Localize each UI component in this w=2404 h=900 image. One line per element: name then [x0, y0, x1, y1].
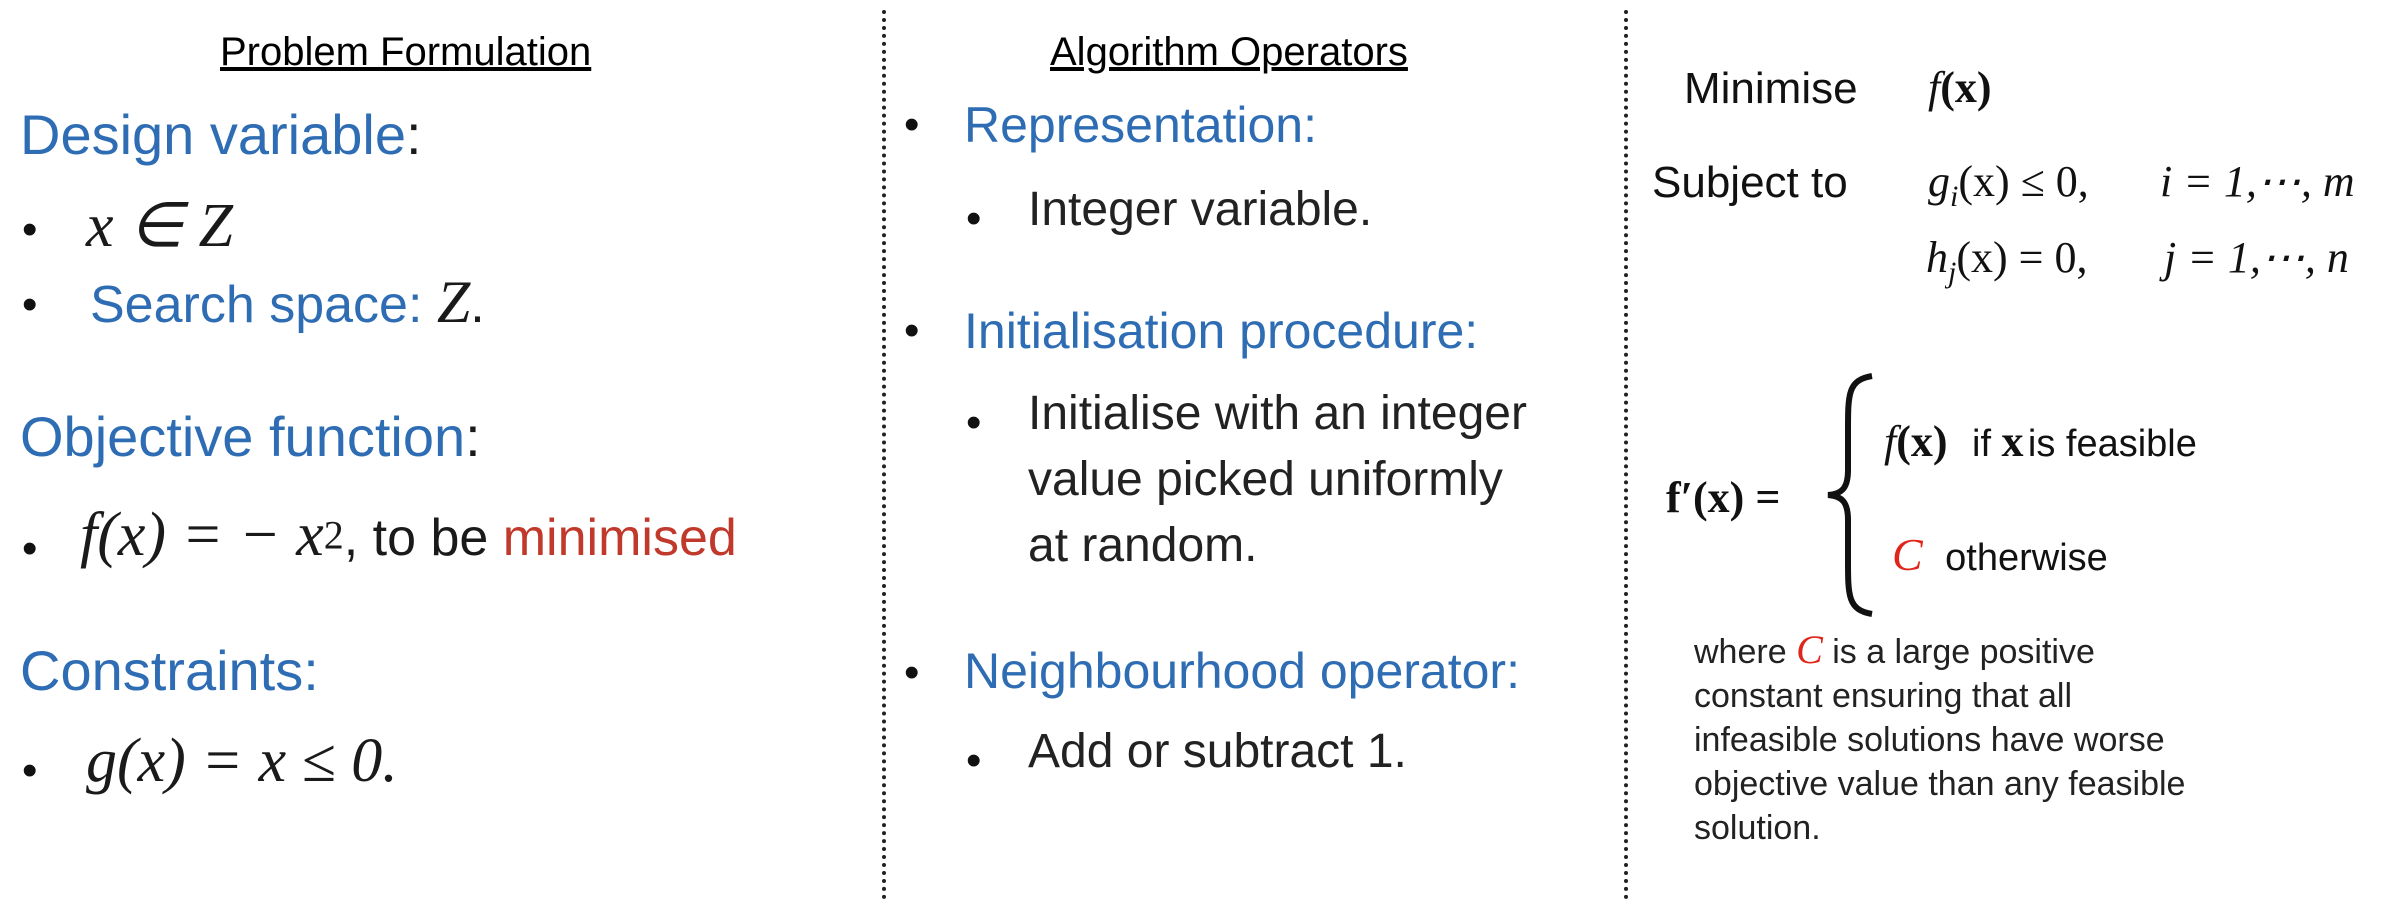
x-in-z-statement: x ∈ Z [86, 192, 234, 260]
bullet-dot: • [22, 746, 38, 795]
penalty-note-line2: constant ensuring that all [1694, 677, 2073, 715]
algorithm-operators-heading: Algorithm Operators [1050, 30, 1408, 74]
constraints-heading: Constraints: [20, 639, 319, 702]
initialisation-heading: Initialisation procedure: [964, 303, 1479, 359]
minimise-objective: f(x) [1928, 63, 1992, 112]
neighbourhood-heading: Neighbourhood operator: [964, 643, 1520, 699]
minimise-label: Minimise [1684, 64, 1858, 113]
feasible-case: f(x) if x is feasible [1884, 417, 2197, 466]
penalty-note: where C is a large positive constant ens… [1694, 628, 2185, 850]
constraint-statement: g(x) = x ≤ 0. [86, 727, 398, 795]
penalty-note-line1: where C is a large positive [1694, 627, 2095, 672]
bullet-dot: • [22, 280, 38, 329]
penalty-note-line5: solution. [1694, 809, 1821, 847]
representation-item: Integer variable. [1028, 183, 1373, 236]
penalty-note-line3: infeasible solutions have worse [1694, 721, 2165, 759]
penalty-function-lhs: f′(x) = [1666, 473, 1781, 522]
penalty-note-line4: objective value than any feasible [1694, 765, 2186, 803]
equality-constraint: hj(x) = 0, [1926, 233, 2088, 289]
bullet-dot: • [966, 736, 982, 785]
initialisation-item-line2: value picked uniformly [1028, 453, 1503, 506]
bullet-dot: • [966, 398, 982, 447]
initialisation-item-line1: Initialise with an integer [1028, 387, 1527, 440]
column-divider-left [882, 10, 886, 900]
objective-function-heading: Objective function: [20, 405, 481, 468]
initialisation-item-line3: at random. [1028, 519, 1258, 572]
bullet-dot: • [22, 524, 38, 573]
neighbourhood-item: Add or subtract 1. [1028, 725, 1407, 778]
inequality-index-range: i = 1,⋯, m [2160, 157, 2355, 206]
subject-to-label: Subject to [1652, 158, 1848, 207]
search-space-statement: Search space: Z. [90, 269, 485, 335]
objective-statement: f(x) = − x2, to be minimised [80, 501, 737, 569]
bullet-dot: • [966, 194, 982, 243]
problem-formulation-heading: Problem Formulation [220, 30, 592, 74]
design-variable-heading: Design variable: [20, 103, 422, 166]
bullet-dot: • [904, 306, 920, 355]
curly-brace-icon [1827, 373, 1873, 617]
bullet-dot: • [904, 648, 920, 697]
column-divider-right [1624, 10, 1628, 900]
equality-index-range: j = 1,⋯, n [2164, 233, 2349, 282]
infeasible-case: C otherwise [1892, 529, 2108, 580]
representation-heading: Representation: [964, 97, 1318, 153]
inequality-constraint: gi(x) ≤ 0, [1928, 157, 2089, 213]
bullet-dot: • [904, 100, 920, 149]
bullet-dot: • [22, 205, 38, 254]
